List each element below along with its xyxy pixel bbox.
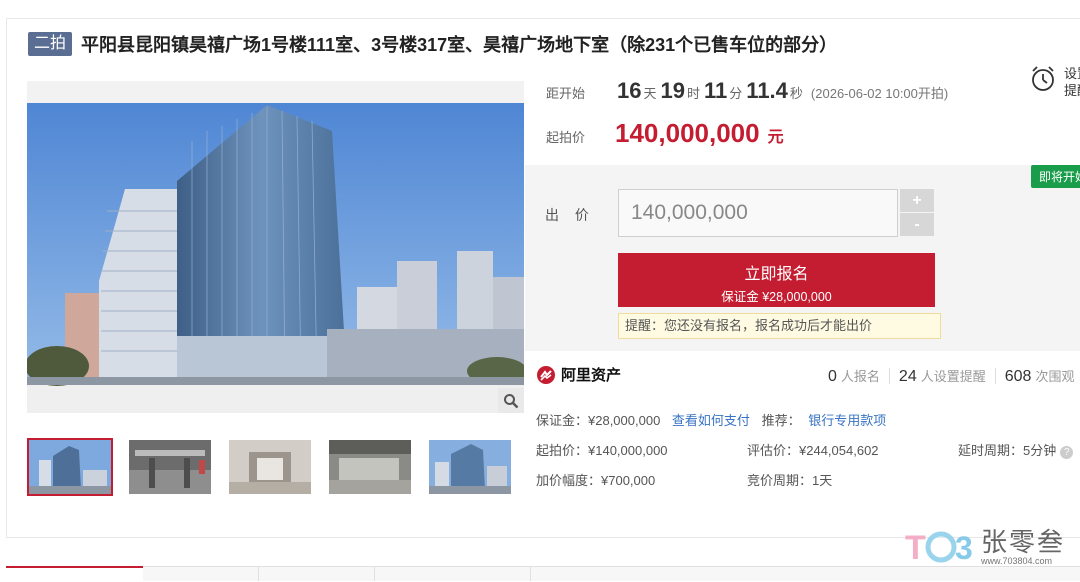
- title-row: 二拍 平阳县昆阳镇昊禧广场1号楼111室、3号楼317室、昊禧广场地下室（除23…: [28, 31, 837, 57]
- signup-deposit-label: 保证金 ¥28,000,000: [721, 290, 832, 304]
- round-badge: 二拍: [28, 32, 73, 56]
- ali-assets-brand[interactable]: 阿里资产: [536, 364, 621, 385]
- watermark-logo: T 3: [905, 529, 973, 565]
- countdown: 距开始 16 天 19 时 11 分 11.4 秒 (2026-06-02 10…: [546, 78, 948, 104]
- page-title: 平阳县昆阳镇昊禧广场1号楼111室、3号楼317室、昊禧广场地下室（除231个已…: [81, 35, 838, 55]
- tab-active[interactable]: [6, 566, 143, 582]
- delay-detail: 延时周期：5分钟?: [958, 440, 1074, 459]
- thumbnail-1[interactable]: [27, 438, 113, 496]
- bank-payment-link[interactable]: 银行专用款项: [808, 413, 886, 428]
- thumbnail-3[interactable]: [227, 438, 313, 496]
- start-price-value: 140,000,000: [615, 118, 760, 148]
- delay-value: 延时周期：5分钟: [958, 443, 1057, 458]
- status-badge: 即将开始: [1031, 165, 1080, 188]
- reminder-count: 24: [898, 368, 917, 385]
- increment-detail: 加价幅度：¥700,000: [536, 473, 656, 488]
- zoom-button[interactable]: [498, 388, 524, 413]
- thumbnail-4[interactable]: [327, 438, 413, 496]
- alarm-clock-icon: [1032, 66, 1054, 91]
- how-to-pay-link[interactable]: 查看如何支付: [672, 413, 750, 428]
- divider: [888, 368, 890, 384]
- view-count-label: 次围观: [1035, 369, 1075, 384]
- start-price-detail: 起拍价：¥140,000,000: [536, 443, 668, 458]
- countdown-seconds-unit: 秒: [789, 86, 803, 101]
- signup-count-label: 人报名: [840, 369, 880, 384]
- appraisal-detail: 评估价：¥244,054,602: [747, 443, 879, 458]
- divider: [994, 368, 996, 384]
- countdown-seconds: 11.4: [746, 78, 788, 103]
- start-price-label: 起拍价: [546, 130, 586, 145]
- ali-assets-logo-icon: [537, 365, 555, 384]
- start-price-unit: 元: [767, 129, 784, 146]
- magnifier-icon: [504, 393, 519, 408]
- thumbnail-1-image: [29, 440, 111, 494]
- thumbnail-4-image: [329, 440, 411, 494]
- svg-text:3: 3: [955, 530, 973, 565]
- thumbnail-strip: [27, 438, 527, 496]
- counts: 0 人报名 24 人设置提醒 608 次围观: [828, 366, 1074, 386]
- recommend-label: 推荐：: [761, 413, 801, 428]
- set-reminder-button[interactable]: 设置 提醒: [1030, 65, 1080, 99]
- main-property-photo[interactable]: [27, 81, 524, 413]
- deposit-row: 保证金：¥28,000,000 查看如何支付 推荐： 银行专用款项: [536, 410, 886, 429]
- watermark-name: 张零叁: [981, 527, 1066, 557]
- decrease-bid-button[interactable]: -: [900, 213, 934, 236]
- ali-assets-name: 阿里资产: [561, 367, 622, 384]
- countdown-minutes-unit: 分: [729, 86, 743, 101]
- svg-text:T: T: [905, 529, 926, 565]
- building-photo: [27, 81, 524, 413]
- increase-bid-button[interactable]: +: [900, 189, 934, 212]
- signup-notice: 提醒：您还没有报名，报名成功后才能出价: [618, 313, 941, 339]
- deposit-value: 保证金：¥28,000,000: [536, 413, 661, 428]
- thumbnail-5[interactable]: [427, 438, 513, 496]
- watermark: T 3 张零叁 www.703804.com: [905, 528, 1065, 566]
- countdown-days: 16: [617, 78, 642, 103]
- help-icon[interactable]: ?: [1060, 446, 1074, 459]
- signup-button-label: 立即报名: [744, 266, 809, 283]
- thumbnail-2-image: [129, 440, 211, 494]
- signup-button[interactable]: 立即报名 保证金 ¥28,000,000: [618, 253, 935, 307]
- countdown-hours: 19: [660, 78, 685, 103]
- reminder-count-label: 人设置提醒: [920, 369, 986, 384]
- bid-label: 出 价: [545, 207, 595, 223]
- thumbnail-3-image: [229, 440, 311, 494]
- thumbnail-2[interactable]: [127, 438, 213, 496]
- bid-panel: 即将开始 出 价 140,000,000 + - 立即报名 保证金 ¥28,00…: [525, 165, 1080, 351]
- start-price-row: 起拍价 140,000,000 元: [546, 118, 784, 149]
- countdown-days-unit: 天: [643, 86, 657, 101]
- countdown-label: 距开始: [546, 86, 586, 101]
- view-count: 608: [1004, 368, 1032, 385]
- watermark-url: www.703804.com: [981, 556, 1053, 566]
- reminder-label-line1: 设置: [1064, 66, 1080, 81]
- signup-count: 0: [828, 368, 837, 385]
- bid-amount-input[interactable]: 140,000,000: [618, 189, 898, 237]
- cycle-detail: 竞价周期：1天: [747, 473, 833, 488]
- countdown-minutes: 11: [704, 78, 728, 103]
- thumbnail-5-image: [429, 440, 511, 494]
- countdown-hours-unit: 时: [687, 86, 701, 101]
- reminder-label-line2: 提醒: [1064, 83, 1080, 98]
- stats-row: 阿里资产 0 人报名 24 人设置提醒 608 次围观: [536, 362, 1080, 388]
- start-time-note: (2026-06-02 10:00开拍): [810, 86, 949, 101]
